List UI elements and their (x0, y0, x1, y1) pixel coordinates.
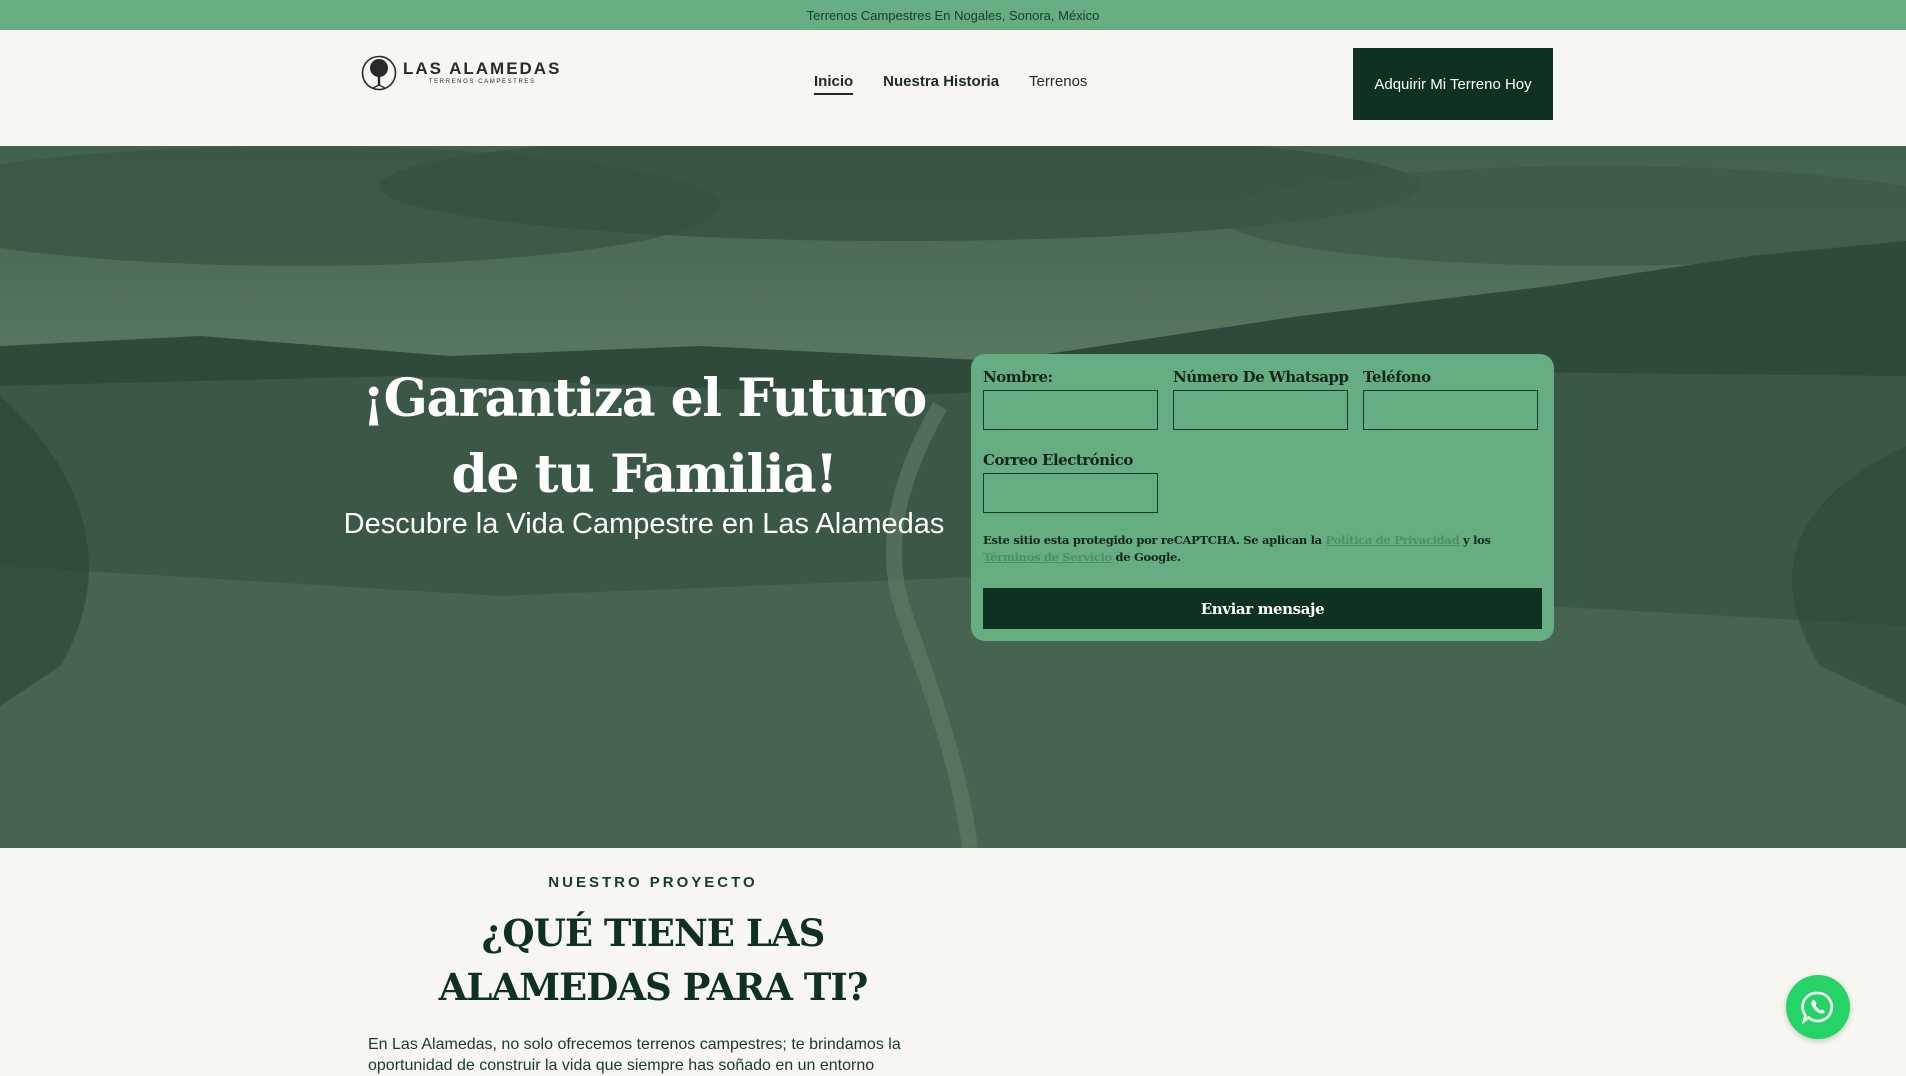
nombre-input[interactable] (983, 390, 1158, 430)
correo-field-group: Correo Electrónico (983, 451, 1158, 513)
nav-item-nuestra-historia[interactable]: Nuestra Historia (883, 73, 999, 95)
correo-label: Correo Electrónico (983, 451, 1133, 469)
announcement-text: Terrenos Campestres En Nogales, Sonora, … (806, 7, 1100, 23)
hero-subtitle: Descubre la Vida Campestre en Las Alamed… (343, 508, 945, 540)
recaptcha-suffix: de Google. (1115, 550, 1182, 564)
correo-input[interactable] (983, 473, 1158, 513)
hero-landscape-image (0, 146, 1906, 848)
telefono-label: Teléfono (1363, 368, 1431, 386)
terms-of-service-link[interactable]: Términos de Servicio (983, 550, 1112, 564)
recaptcha-middle: y los (1463, 533, 1491, 547)
contact-form: Nombre: Número De Whatsapp Teléfono Corr… (971, 354, 1554, 641)
logo-name: LAS ALAMEDAS (403, 59, 562, 78)
adquirir-terreno-button[interactable]: Adquirir Mi Terreno Hoy (1353, 48, 1553, 120)
logo-subtitle: TERRENOS CAMPESTRES (428, 79, 536, 85)
telefono-field-group: Teléfono (1363, 368, 1538, 430)
nav-item-terrenos[interactable]: Terrenos (1029, 73, 1087, 95)
logo[interactable]: LAS ALAMEDAS TERRENOS CAMPESTRES (361, 55, 561, 91)
nombre-label: Nombre: (983, 368, 1053, 386)
hero-title: ¡Garantiza el Futuro de tu Familia! (362, 368, 927, 505)
main-nav: Inicio Nuestra Historia Terrenos (814, 73, 1087, 95)
project-section: NUESTRO PROYECTO ¿QUÉ TIENE LAS ALAMEDAS… (0, 848, 1906, 1076)
privacy-policy-link[interactable]: Política de Privacidad (1326, 533, 1460, 547)
whatsapp-label: Número De Whatsapp (1173, 368, 1349, 386)
whatsapp-button[interactable] (1786, 975, 1850, 1039)
nombre-field-group: Nombre: (983, 368, 1158, 430)
hero-section: ¡Garantiza el Futuro de tu Familia! Desc… (0, 146, 1906, 848)
tree-logo-icon (361, 55, 397, 91)
section-title: ¿QUÉ TIENE LAS ALAMEDAS PARA TI? (438, 911, 869, 1009)
nav-item-inicio[interactable]: Inicio (814, 73, 854, 95)
send-message-button[interactable]: Enviar mensaje (983, 588, 1542, 629)
recaptcha-notice: Este sitio esta protegido por reCAPTCHA.… (983, 532, 1543, 566)
whatsapp-input[interactable] (1173, 390, 1348, 430)
whatsapp-icon (1801, 991, 1834, 1024)
recaptcha-prefix: Este sitio esta protegido por reCAPTCHA.… (983, 533, 1322, 547)
telefono-input[interactable] (1363, 390, 1538, 430)
whatsapp-field-group: Número De Whatsapp (1173, 368, 1349, 430)
section-eyebrow: NUESTRO PROYECTO (548, 874, 758, 891)
site-header: LAS ALAMEDAS TERRENOS CAMPESTRES Inicio … (0, 30, 1906, 146)
section-body: En Las Alamedas, no solo ofrecemos terre… (368, 1036, 901, 1074)
announcement-bar: Terrenos Campestres En Nogales, Sonora, … (0, 0, 1906, 30)
